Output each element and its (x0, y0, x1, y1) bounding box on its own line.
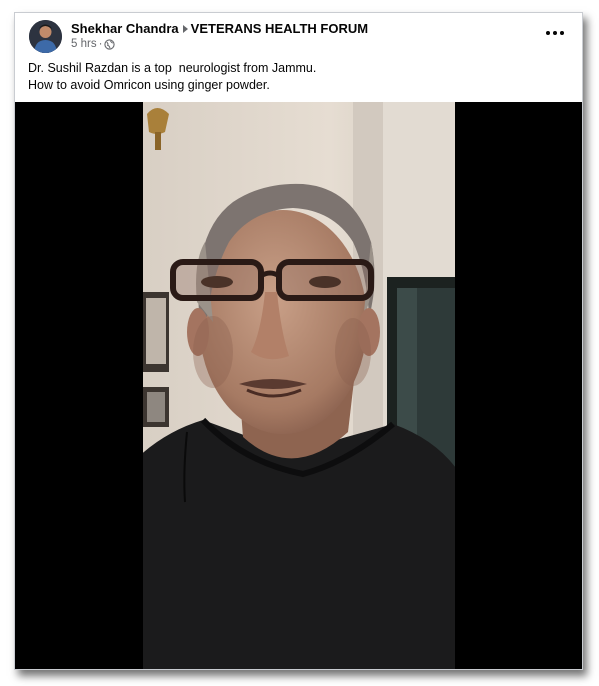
arrow-right-icon (182, 25, 188, 34)
meta-separator: · (98, 38, 103, 50)
post-timestamp[interactable]: 5 hrs (71, 38, 97, 50)
more-options-button[interactable] (542, 23, 568, 43)
post-text-line-1: Dr. Sushil Razdan is a top neurologist f… (28, 61, 317, 75)
author-name[interactable]: Shekhar Chandra (71, 21, 179, 36)
post-text: Dr. Sushil Razdan is a top neurologist f… (28, 60, 316, 94)
avatar[interactable] (29, 20, 62, 53)
post-card: Shekhar Chandra VETERANS HEALTH FORUM 5 h… (14, 12, 583, 670)
author-line: Shekhar Chandra VETERANS HEALTH FORUM (71, 21, 368, 36)
video-thumbnail-man-speaking (143, 102, 455, 669)
more-horizontal-icon (546, 31, 550, 35)
post-text-line-2: How to avoid Omricon using ginger powder… (28, 78, 270, 92)
globe-icon (104, 38, 116, 50)
post-meta: 5 hrs · (71, 38, 116, 50)
video-player[interactable] (15, 102, 582, 669)
avatar-image (29, 20, 62, 53)
video-frame (143, 102, 455, 669)
group-name[interactable]: VETERANS HEALTH FORUM (191, 21, 368, 36)
